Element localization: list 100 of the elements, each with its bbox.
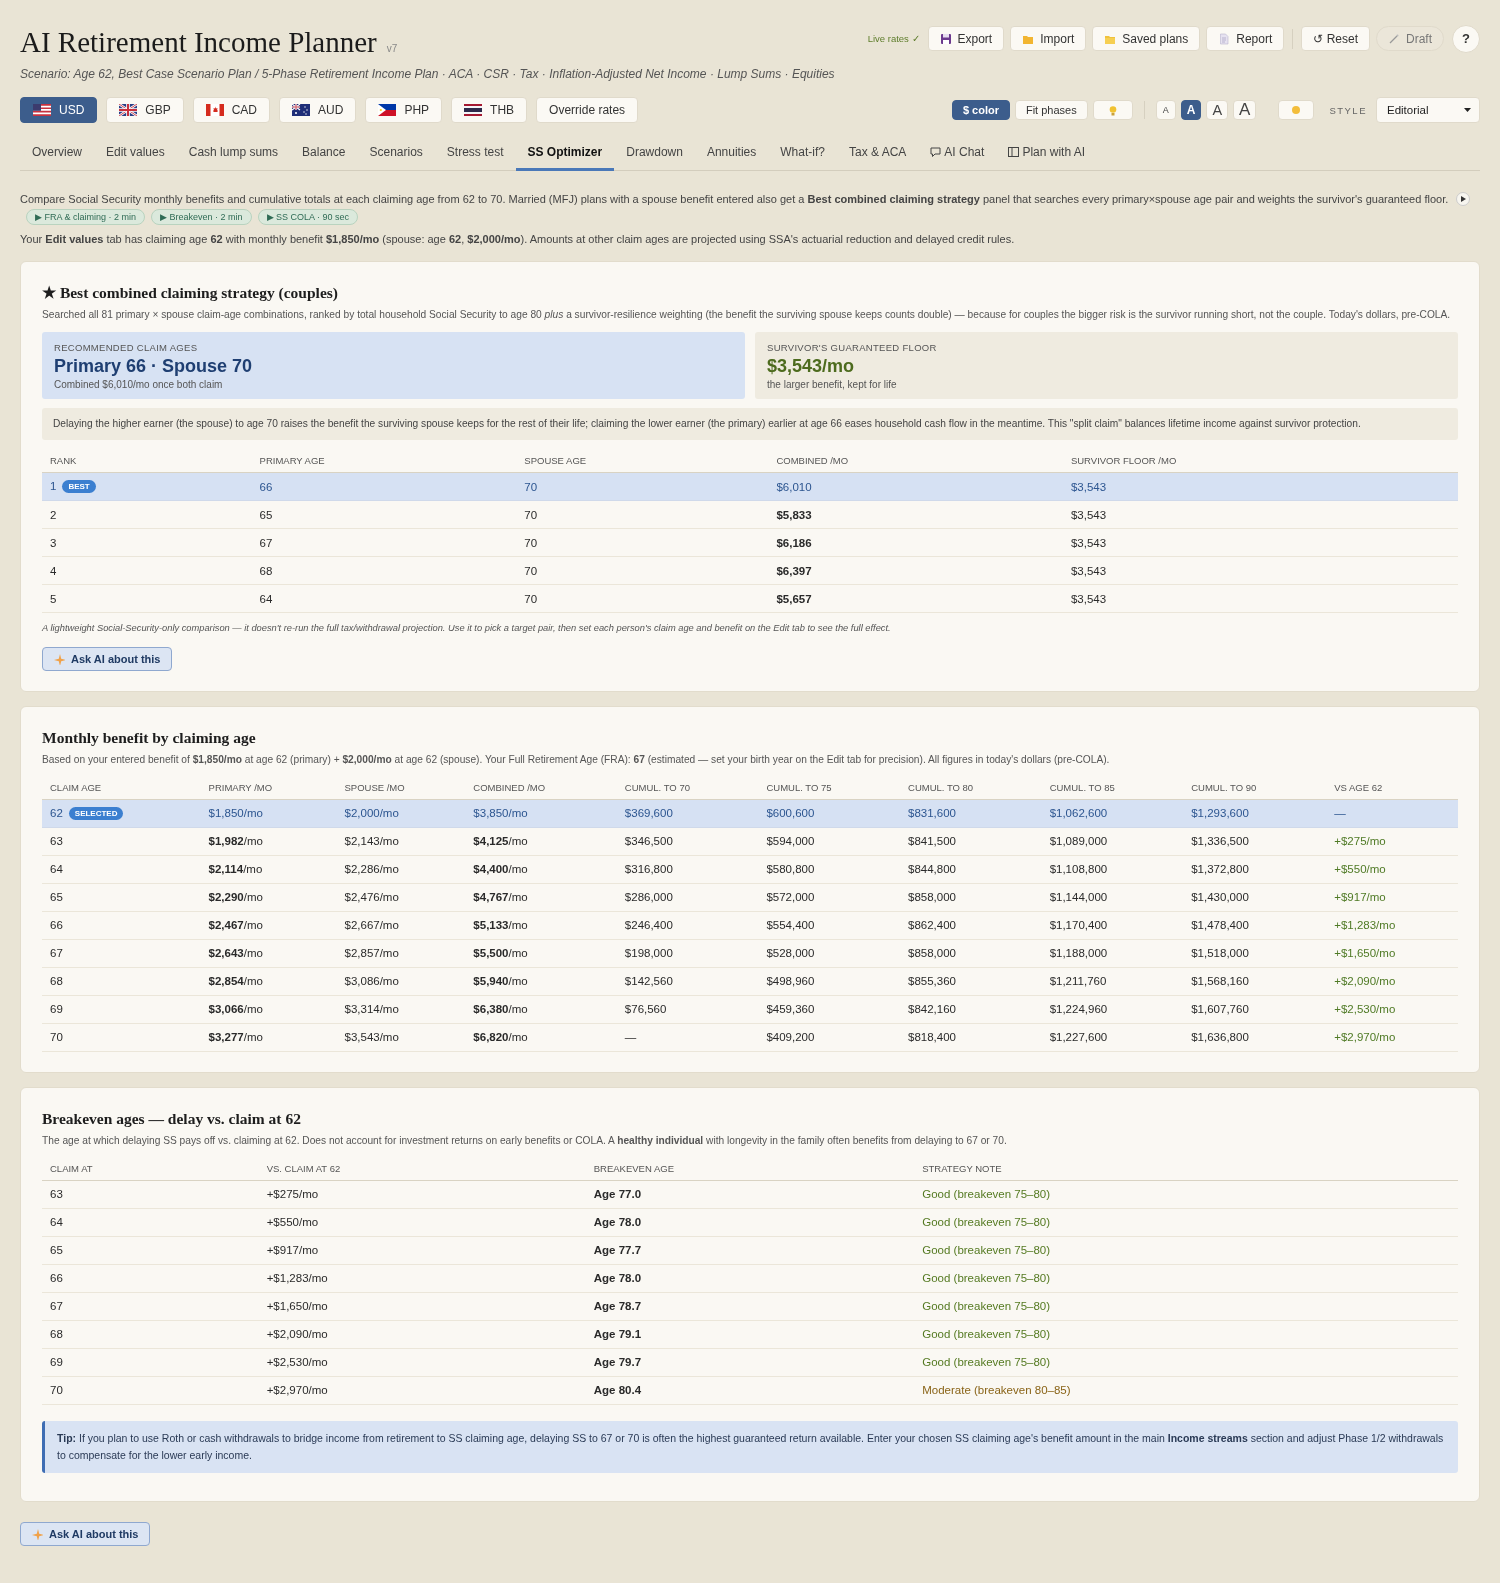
caret-icon: [1464, 108, 1471, 112]
currency-button[interactable]: GBP: [106, 97, 184, 123]
style-dropdown[interactable]: Editorial: [1376, 97, 1480, 123]
tab[interactable]: Drawdown: [614, 139, 695, 171]
text-size-button[interactable]: A: [1180, 100, 1202, 120]
table-cell: $1,336,500: [1183, 827, 1327, 856]
table-cell: +$2,970/mo: [258, 1376, 586, 1405]
toolbar-button[interactable]: Report: [1206, 26, 1285, 51]
tab[interactable]: AI Chat: [918, 139, 997, 171]
table-cell: 2: [42, 500, 252, 529]
currency-button[interactable]: USD: [20, 97, 98, 123]
table-cell: $2,290/mo: [200, 883, 337, 912]
table-cell: Moderate (breakeven 80–85): [914, 1376, 1458, 1405]
table-cell: $76,560: [616, 995, 759, 1024]
sparkle-icon: [32, 1528, 43, 1540]
currency-button[interactable]: CAD: [192, 97, 271, 123]
table-cell: —: [1326, 799, 1458, 828]
currency-button[interactable]: AUD: [279, 97, 357, 123]
table-cell: +$2,090/mo: [1326, 967, 1458, 996]
tab[interactable]: What-if?: [768, 139, 837, 171]
tab[interactable]: Cash lump sums: [176, 139, 291, 171]
toolbar-button[interactable]: Import: [1010, 26, 1087, 51]
video-chip[interactable]: ▶ Breakeven · 2 min: [151, 208, 252, 225]
text-size-button[interactable]: A: [1233, 100, 1257, 120]
panel-value: $3,543/mo: [767, 355, 856, 377]
tab[interactable]: Stress test: [434, 139, 516, 171]
toolbar-button[interactable]: Export: [927, 26, 1005, 51]
tab[interactable]: Overview: [20, 139, 94, 171]
table-cell: Age 78.0: [585, 1208, 915, 1237]
table-cell: 70: [42, 1023, 201, 1052]
theme-button[interactable]: [1278, 100, 1315, 120]
tab[interactable]: Scenarios: [357, 139, 435, 171]
table-cell: $600,600: [758, 799, 901, 828]
table-cell: $1,108,800: [1041, 855, 1184, 884]
flag-icon: [33, 104, 51, 116]
flag-icon: [292, 104, 311, 116]
table-cell: 70: [516, 584, 769, 613]
table-cell: $2,000/mo: [336, 799, 466, 828]
color-toggle[interactable]: $ color: [951, 100, 1010, 120]
tab[interactable]: Balance: [290, 139, 358, 171]
hint-button[interactable]: [1092, 100, 1133, 120]
card-title: Breakeven ages — delay vs. claim at 62: [42, 1109, 302, 1128]
currency-button[interactable]: THB: [451, 97, 528, 123]
table-cell: $6,380/mo: [465, 995, 617, 1024]
tab[interactable]: SS Optimizer: [515, 139, 615, 171]
fit-phases-button[interactable]: Fit phases: [1014, 100, 1088, 120]
table-cell: Good (breakeven 75–80): [914, 1348, 1458, 1377]
override-rates-button[interactable]: Override rates: [536, 97, 639, 123]
table-cell: 63: [42, 827, 201, 856]
tab[interactable]: Annuities: [694, 139, 769, 171]
column-header: SURVIVOR FLOOR /MO: [1062, 450, 1458, 473]
wand-icon: [1388, 32, 1400, 45]
table-cell: Age 79.7: [585, 1348, 915, 1377]
version-label: v7: [386, 43, 398, 54]
panel-label: RECOMMENDED CLAIM AGES: [54, 341, 199, 353]
table-cell: 69: [42, 995, 201, 1024]
currency-button[interactable]: PHP: [365, 97, 443, 123]
video-chip[interactable]: ▶ FRA & claiming · 2 min: [26, 208, 146, 225]
table-cell: $1,170,400: [1041, 911, 1184, 940]
table-cell: 70: [516, 528, 769, 557]
claiming-summary: Your Edit values tab has claiming age 62 with monthly benefit $1,850/mo (spouse: age 62, $2,000/mo). Amounts at other claim ages are projected using SSA's actuarial reduction and delayed credit rules.: [20, 231, 1016, 247]
play-button[interactable]: [1456, 192, 1471, 207]
tab[interactable]: Tax & ACA: [837, 139, 919, 171]
table-cell: +$275/mo: [258, 1180, 586, 1209]
column-header: SPOUSE /MO: [336, 776, 466, 800]
table-cell: $5,940/mo: [465, 967, 617, 996]
text-size-button[interactable]: A: [1155, 100, 1176, 120]
table-cell: $1,850/mo: [200, 799, 337, 828]
video-chip[interactable]: ▶ SS COLA · 90 sec: [257, 208, 359, 225]
tab[interactable]: Plan with AI: [996, 139, 1098, 171]
table-cell: $3,086/mo: [336, 967, 466, 996]
table-cell: 3: [42, 528, 252, 557]
toolbar-button[interactable]: ↺ Reset: [1301, 26, 1370, 51]
column-header: CUMUL. TO 70: [616, 776, 759, 800]
ask-ai-button[interactable]: Ask AI about this: [20, 1522, 151, 1547]
table-cell: 67: [42, 1292, 259, 1321]
toolbar-button[interactable]: Saved plans: [1092, 26, 1201, 51]
panel-value: Primary 66 · Spouse 70: [54, 355, 254, 377]
card-description: Searched all 81 primary × spouse claim-age combinations, ranked by total household Social Security to age 80 plus a survivor-resilience weighting (the benefit the surviving spouse keeps counts double) — because for couples the bigger risk is the survivor running short, not the couple. Today's dollars, pre-COLA.: [42, 308, 1452, 322]
ask-ai-button[interactable]: Ask AI about this: [42, 647, 173, 672]
table-cell: +$550/mo: [1326, 855, 1458, 884]
column-header: VS AGE 62: [1326, 776, 1458, 800]
table-cell: $818,400: [900, 1023, 1042, 1052]
table-cell: 70: [516, 556, 769, 585]
table-cell: +$1,283/mo: [1326, 911, 1458, 940]
draft-toggle[interactable]: Draft: [1376, 26, 1444, 51]
text-size-button[interactable]: A: [1206, 100, 1229, 120]
table-cell: $5,500/mo: [465, 939, 617, 968]
column-header: CLAIM AT: [42, 1157, 259, 1181]
card-description: The age at which delaying SS pays off vs. claiming at 62. Does not account for investment returns on early benefits or COLA. A healthy individual with longevity in the family often benefits from delaying to 67 or 70.: [42, 1133, 1008, 1148]
table-cell: $1,518,000: [1183, 939, 1327, 968]
table-cell: $831,600: [900, 799, 1042, 828]
help-button[interactable]: ?: [1452, 24, 1480, 53]
table-cell: 5: [42, 584, 252, 613]
table-cell: 67: [42, 939, 201, 968]
column-header: COMBINED /MO: [465, 776, 617, 800]
table-cell: Age 77.7: [585, 1236, 915, 1265]
table-cell: 64: [251, 584, 517, 613]
table-cell: 63: [42, 1180, 259, 1209]
tab[interactable]: Edit values: [94, 139, 177, 171]
